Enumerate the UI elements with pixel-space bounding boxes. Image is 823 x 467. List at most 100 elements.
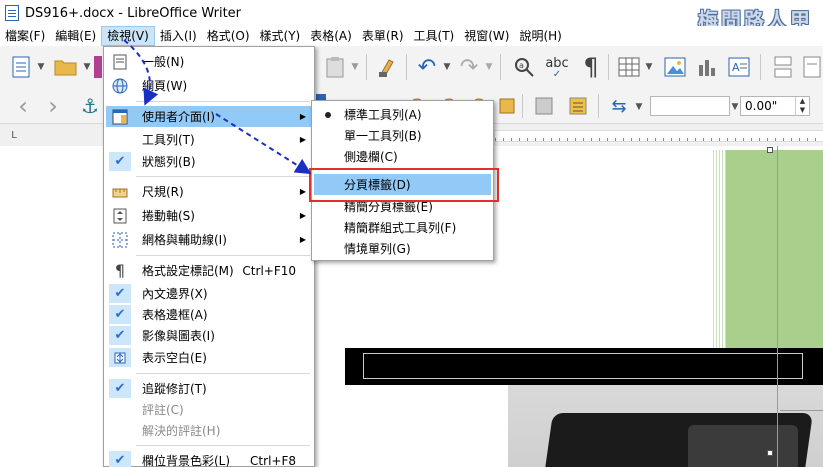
- view-menu-label: 欄位背景色彩(L): [142, 454, 231, 467]
- menu-bar: 檔案(F) 編輯(E) 檢視(V) 插入(I) 格式(O) 樣式(Y) 表格(A…: [0, 26, 823, 46]
- line-style-dropdown-icon[interactable]: ▼: [730, 100, 740, 114]
- anchor-icon[interactable]: ⚓: [78, 94, 102, 118]
- menu-insert[interactable]: 插入(I): [155, 26, 202, 46]
- menu-divider: [136, 176, 310, 177]
- view-menu-item-whitespace[interactable]: 表示空白(E): [106, 347, 312, 368]
- new-dropdown-icon[interactable]: ▼: [36, 60, 46, 74]
- find-replace-icon[interactable]: a: [510, 54, 538, 80]
- save-icon[interactable]: [94, 56, 102, 78]
- view-menu-item-status-bar[interactable]: ✔ 狀態列(B): [106, 151, 312, 172]
- formatting-marks-icon[interactable]: ¶: [578, 53, 604, 81]
- table-dropdown-icon[interactable]: ▼: [644, 60, 654, 74]
- line-arrow-style-icon[interactable]: ⇆: [606, 94, 632, 118]
- view-menu-item-table-boundaries[interactable]: ✔ 表格邊框(A): [106, 304, 312, 325]
- selection-handle[interactable]: [767, 450, 773, 456]
- view-menu-item-images-charts[interactable]: ✔ 影像與圖表(I): [106, 325, 312, 346]
- menu-window[interactable]: 視窗(W): [459, 26, 514, 46]
- insert-textbox-icon[interactable]: A: [726, 54, 752, 80]
- paste-dropdown-icon[interactable]: ▼: [350, 60, 360, 74]
- text-boundary-line: [780, 410, 823, 411]
- spelling-icon[interactable]: abc ✓: [542, 54, 572, 80]
- ui-option-single-toolbar[interactable]: 單一工具列(B): [314, 125, 491, 146]
- view-menu-label: 工具列(T): [142, 133, 195, 147]
- view-menu-item-normal[interactable]: 一般(N): [106, 51, 312, 72]
- checkmark-icon: ✔: [109, 451, 131, 467]
- view-menu-label: 格式設定標記(M): [142, 264, 234, 278]
- view-menu-label: 內文邊界(X): [142, 287, 208, 301]
- view-menu-item-track-changes[interactable]: ✔ 追蹤修訂(T): [106, 378, 312, 399]
- view-menu-item-comments[interactable]: 評註(C): [106, 399, 312, 420]
- line-width-stepper[interactable]: ▲ ▼: [795, 97, 809, 115]
- open-dropdown-icon[interactable]: ▼: [82, 60, 92, 74]
- ruler-scale[interactable]: [495, 130, 823, 142]
- nas-device-photo[interactable]: [508, 385, 823, 467]
- wrap-off-icon[interactable]: [532, 94, 556, 118]
- view-menu: 一般(N) 網頁(W) 使用者介面(I) ▶ 工具列(T) ▶ ✔ 狀態列(B)…: [103, 46, 315, 467]
- black-banner-image[interactable]: [345, 348, 823, 385]
- view-menu-item-grid[interactable]: 網格與輔助線(I) ▶: [106, 229, 312, 250]
- view-menu-label: 網頁(W): [142, 79, 188, 93]
- view-menu-item-text-boundaries[interactable]: ✔ 內文邊界(X): [106, 283, 312, 304]
- shape-square-icon[interactable]: [498, 96, 516, 116]
- menu-divider: [136, 445, 310, 446]
- redo-icon[interactable]: ↷: [456, 54, 482, 80]
- view-menu-item-web[interactable]: 網頁(W): [106, 75, 312, 96]
- menu-edit[interactable]: 編輯(E): [50, 26, 101, 46]
- view-menu-item-field-shadings[interactable]: ✔ 欄位背景色彩(L) Ctrl+F8: [106, 450, 312, 467]
- new-document-icon[interactable]: [8, 54, 34, 80]
- view-menu-item-user-interface[interactable]: 使用者介面(I) ▶: [106, 106, 312, 127]
- banner-inner-frame: [363, 353, 803, 379]
- view-menu-label: 網格與輔助線(I): [142, 233, 227, 247]
- clone-formatting-icon[interactable]: [374, 54, 400, 80]
- view-menu-label: 解決的評註(H): [142, 424, 221, 438]
- back-arrow-icon[interactable]: ‹: [12, 92, 34, 120]
- line-width-field[interactable]: 0.00" ▲ ▼: [740, 96, 810, 116]
- submenu-arrow-icon: ▶: [299, 235, 306, 244]
- redo-dropdown-icon[interactable]: ▼: [484, 60, 494, 74]
- ui-layout-icon: [109, 107, 131, 126]
- menu-tools[interactable]: 工具(T): [409, 26, 460, 46]
- ui-option-contextual-single[interactable]: 情境單列(G): [314, 238, 491, 259]
- line-width-value: 0.00": [745, 99, 778, 113]
- insert-image-icon[interactable]: [662, 54, 688, 80]
- paste-icon[interactable]: [322, 54, 348, 80]
- forward-arrow-icon[interactable]: ›: [42, 92, 64, 120]
- submenu-arrow-icon: ▶: [299, 187, 306, 196]
- menu-form[interactable]: 表單(R): [357, 26, 409, 46]
- menu-table[interactable]: 表格(A): [305, 26, 357, 46]
- view-menu-item-rulers[interactable]: 尺規(R) ▶: [106, 181, 312, 202]
- menu-format[interactable]: 格式(O): [202, 26, 255, 46]
- menu-file[interactable]: 檔案(F): [0, 26, 50, 46]
- view-menu-item-scrollbars[interactable]: 捲動軸(S) ▶: [106, 205, 312, 226]
- menu-styles[interactable]: 樣式(Y): [255, 26, 306, 46]
- page-break-icon[interactable]: [770, 54, 796, 80]
- wrap-page-icon[interactable]: [566, 94, 590, 118]
- insert-chart-icon[interactable]: [694, 54, 720, 80]
- undo-icon[interactable]: ↶: [414, 54, 440, 80]
- line-style-select[interactable]: [650, 96, 730, 116]
- checkmark-icon: ✔: [109, 152, 131, 171]
- tab-stop-icon[interactable]: L: [8, 128, 20, 142]
- ui-option-sidebar[interactable]: 側邊欄(C): [314, 146, 491, 167]
- ui-option-label: 情境單列(G): [344, 242, 411, 256]
- menu-help[interactable]: 說明(H): [514, 26, 566, 46]
- view-menu-label: 追蹤修訂(T): [142, 382, 207, 396]
- shortcut-label: Ctrl+F10: [242, 263, 296, 278]
- insert-table-icon[interactable]: [616, 54, 642, 80]
- view-menu-item-resolved-comments[interactable]: 解決的評註(H): [106, 420, 312, 441]
- ui-option-standard-toolbar[interactable]: 標準工具列(A): [314, 104, 491, 125]
- view-menu-label: 影像與圖表(I): [142, 329, 215, 343]
- ui-option-groupedbar-compact[interactable]: 精簡群組式工具列(F): [314, 217, 491, 238]
- selection-handle[interactable]: [767, 147, 773, 153]
- arrow-style-dropdown-icon[interactable]: ▼: [634, 100, 644, 114]
- toolbar-separator: [760, 54, 761, 80]
- view-menu-item-formatting-marks[interactable]: ¶ 格式設定標記(M) Ctrl+F10: [106, 260, 312, 281]
- menu-view[interactable]: 檢視(V): [101, 26, 155, 46]
- undo-dropdown-icon[interactable]: ▼: [442, 60, 452, 74]
- open-folder-icon[interactable]: [52, 54, 80, 80]
- menu-divider: [136, 255, 310, 256]
- toolbar-separator: [608, 54, 609, 80]
- insert-field-icon[interactable]: [802, 54, 822, 80]
- view-menu-item-toolbars[interactable]: 工具列(T) ▶: [106, 129, 312, 150]
- writer-document-icon: [5, 5, 19, 21]
